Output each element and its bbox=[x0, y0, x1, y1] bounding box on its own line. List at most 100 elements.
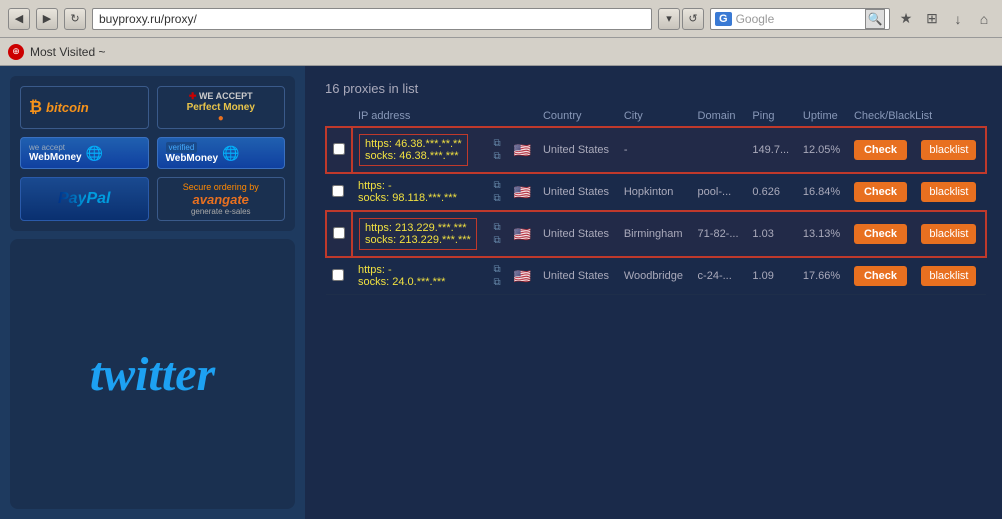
secure-order-text: Secure ordering by bbox=[183, 182, 259, 192]
search-button[interactable]: 🔍 bbox=[865, 9, 885, 29]
row-ip-cell: https: 46.38.***.**.** socks: 46.38.***.… bbox=[352, 127, 488, 173]
webmoney-accept-button[interactable]: we accept WebMoney 🌐 bbox=[20, 137, 149, 169]
webmoney-verified-button[interactable]: verified WebMoney 🌐 bbox=[157, 137, 286, 169]
uptime-value: 16.84% bbox=[803, 186, 840, 198]
twitter-panel[interactable]: twitter bbox=[10, 239, 295, 509]
row-ping-cell: 1.03 bbox=[746, 211, 796, 257]
col-uptime: Uptime bbox=[797, 106, 848, 127]
home-icon[interactable]: ⌂ bbox=[974, 9, 994, 29]
row-check-cell: Check bbox=[848, 257, 915, 295]
ip-socks: socks: 24.0.***.*** bbox=[358, 276, 482, 288]
download-icon[interactable]: ↓ bbox=[948, 9, 968, 29]
row-domain-cell: pool-... bbox=[692, 173, 747, 211]
col-country: Country bbox=[537, 106, 618, 127]
row-copy-cell: ⧉ ⧉ bbox=[488, 173, 508, 211]
proxy-table: IP address Country City Domain Ping Upti… bbox=[325, 106, 987, 295]
copy-socks-icon[interactable]: ⧉ bbox=[494, 277, 502, 288]
check-button[interactable]: Check bbox=[854, 266, 907, 286]
copy-socks-icon[interactable]: ⧉ bbox=[494, 235, 502, 246]
row-check-cell: Check bbox=[848, 173, 915, 211]
row-flag-cell: 🇺🇸 bbox=[508, 257, 537, 295]
check-button[interactable]: Check bbox=[854, 224, 907, 244]
row-city-cell: Hopkinton bbox=[618, 173, 692, 211]
row-flag-cell: 🇺🇸 bbox=[508, 211, 537, 257]
row-check-cell: Check bbox=[848, 211, 915, 257]
copy-https-icon[interactable]: ⧉ bbox=[494, 264, 502, 275]
browser-chrome: ◀ ▶ ↻ buyproxy.ru/proxy/ ▾ ↺ G Google 🔍 … bbox=[0, 0, 1002, 38]
back-button[interactable]: ◀ bbox=[8, 8, 30, 30]
copy-https-icon[interactable]: ⧉ bbox=[494, 222, 502, 233]
row-city-cell: Woodbridge bbox=[618, 257, 692, 295]
url-bar[interactable]: buyproxy.ru/proxy/ bbox=[92, 8, 652, 30]
country-name: United States bbox=[543, 228, 609, 240]
blacklist-button[interactable]: blacklist bbox=[921, 140, 976, 160]
copy-socks-icon[interactable]: ⧉ bbox=[494, 193, 502, 204]
most-visited-bookmark[interactable]: Most Visited ~ bbox=[30, 45, 105, 59]
country-name: United States bbox=[543, 144, 609, 156]
url-text: buyproxy.ru/proxy/ bbox=[99, 12, 197, 26]
refresh-btn[interactable]: ↺ bbox=[682, 8, 704, 30]
table-row: https: 213.229.***.*** socks: 213.229.**… bbox=[326, 211, 986, 257]
webmoney-label: WebMoney bbox=[29, 152, 82, 163]
row-flag-cell: 🇺🇸 bbox=[508, 127, 537, 173]
row-domain-cell: c-24-... bbox=[692, 257, 747, 295]
domain-value: pool-... bbox=[698, 186, 732, 198]
perfect-money-button[interactable]: ✚ WE ACCEPT Perfect Money ● bbox=[157, 86, 286, 129]
country-flag-icon: 🇺🇸 bbox=[514, 184, 531, 200]
row-blacklist-cell: blacklist bbox=[915, 127, 986, 173]
col-checkbox bbox=[326, 106, 352, 127]
content-area: 16 proxies in list IP address Country Ci… bbox=[305, 66, 1002, 519]
row-checkbox[interactable] bbox=[333, 227, 345, 239]
reload-button[interactable]: ↻ bbox=[64, 8, 86, 30]
row-checkbox-cell bbox=[326, 173, 352, 211]
domain-value: c-24-... bbox=[698, 270, 732, 282]
row-city-cell: - bbox=[618, 127, 692, 173]
forward-button[interactable]: ▶ bbox=[36, 8, 58, 30]
check-button[interactable]: Check bbox=[854, 182, 907, 202]
row-ip-cell: https: 213.229.***.*** socks: 213.229.**… bbox=[352, 211, 488, 257]
row-checkbox-cell bbox=[326, 257, 352, 295]
row-checkbox[interactable] bbox=[332, 269, 344, 281]
check-button[interactable]: Check bbox=[854, 140, 907, 160]
row-blacklist-cell: blacklist bbox=[915, 211, 986, 257]
blacklist-button[interactable]: blacklist bbox=[921, 266, 976, 286]
dropdown-btn[interactable]: ▾ bbox=[658, 8, 680, 30]
blacklist-button[interactable]: blacklist bbox=[921, 224, 976, 244]
row-checkbox[interactable] bbox=[332, 185, 344, 197]
bookmark-star-icon[interactable]: ★ bbox=[896, 9, 916, 29]
row-copy-cell: ⧉ ⧉ bbox=[488, 211, 508, 257]
ip-https: https: - bbox=[358, 264, 482, 276]
row-checkbox[interactable] bbox=[333, 143, 345, 155]
row-ping-cell: 0.626 bbox=[746, 173, 796, 211]
row-domain-cell: 71-82-... bbox=[692, 211, 747, 257]
country-flag-icon: 🇺🇸 bbox=[514, 142, 531, 158]
col-flag bbox=[508, 106, 537, 127]
copy-https-icon[interactable]: ⧉ bbox=[494, 180, 502, 191]
row-country-cell: United States bbox=[537, 127, 618, 173]
copy-socks-icon[interactable]: ⧉ bbox=[494, 151, 502, 162]
bitcoin-button[interactable]: ₿ bitcoin bbox=[20, 86, 149, 129]
uptime-value: 12.05% bbox=[803, 144, 840, 156]
uptime-value: 13.13% bbox=[803, 228, 840, 240]
col-ping: Ping bbox=[746, 106, 796, 127]
city-name: Woodbridge bbox=[624, 270, 683, 282]
paypal-button[interactable]: PayPal bbox=[20, 177, 149, 221]
table-row: https: 46.38.***.**.** socks: 46.38.***.… bbox=[326, 127, 986, 173]
bitcoin-label: bitcoin bbox=[46, 100, 89, 115]
ping-value: 149.7... bbox=[752, 144, 789, 156]
avangate-button[interactable]: Secure ordering by avangate generate e-s… bbox=[157, 177, 286, 221]
we-accept-label: we accept bbox=[29, 143, 65, 152]
col-city: City bbox=[618, 106, 692, 127]
row-country-cell: United States bbox=[537, 211, 618, 257]
col-ip: IP address bbox=[352, 106, 488, 127]
country-flag-icon: 🇺🇸 bbox=[514, 226, 531, 242]
history-icon[interactable]: ⊞ bbox=[922, 9, 942, 29]
row-check-cell: Check bbox=[848, 127, 915, 173]
blacklist-button[interactable]: blacklist bbox=[921, 182, 976, 202]
avangate-label: avangate bbox=[193, 192, 249, 207]
bitcoin-icon: ₿ bbox=[29, 99, 42, 117]
ip-https: https: - bbox=[358, 180, 482, 192]
search-bar[interactable]: G Google 🔍 bbox=[710, 8, 890, 30]
copy-https-icon[interactable]: ⧉ bbox=[494, 138, 502, 149]
uptime-value: 17.66% bbox=[803, 270, 840, 282]
